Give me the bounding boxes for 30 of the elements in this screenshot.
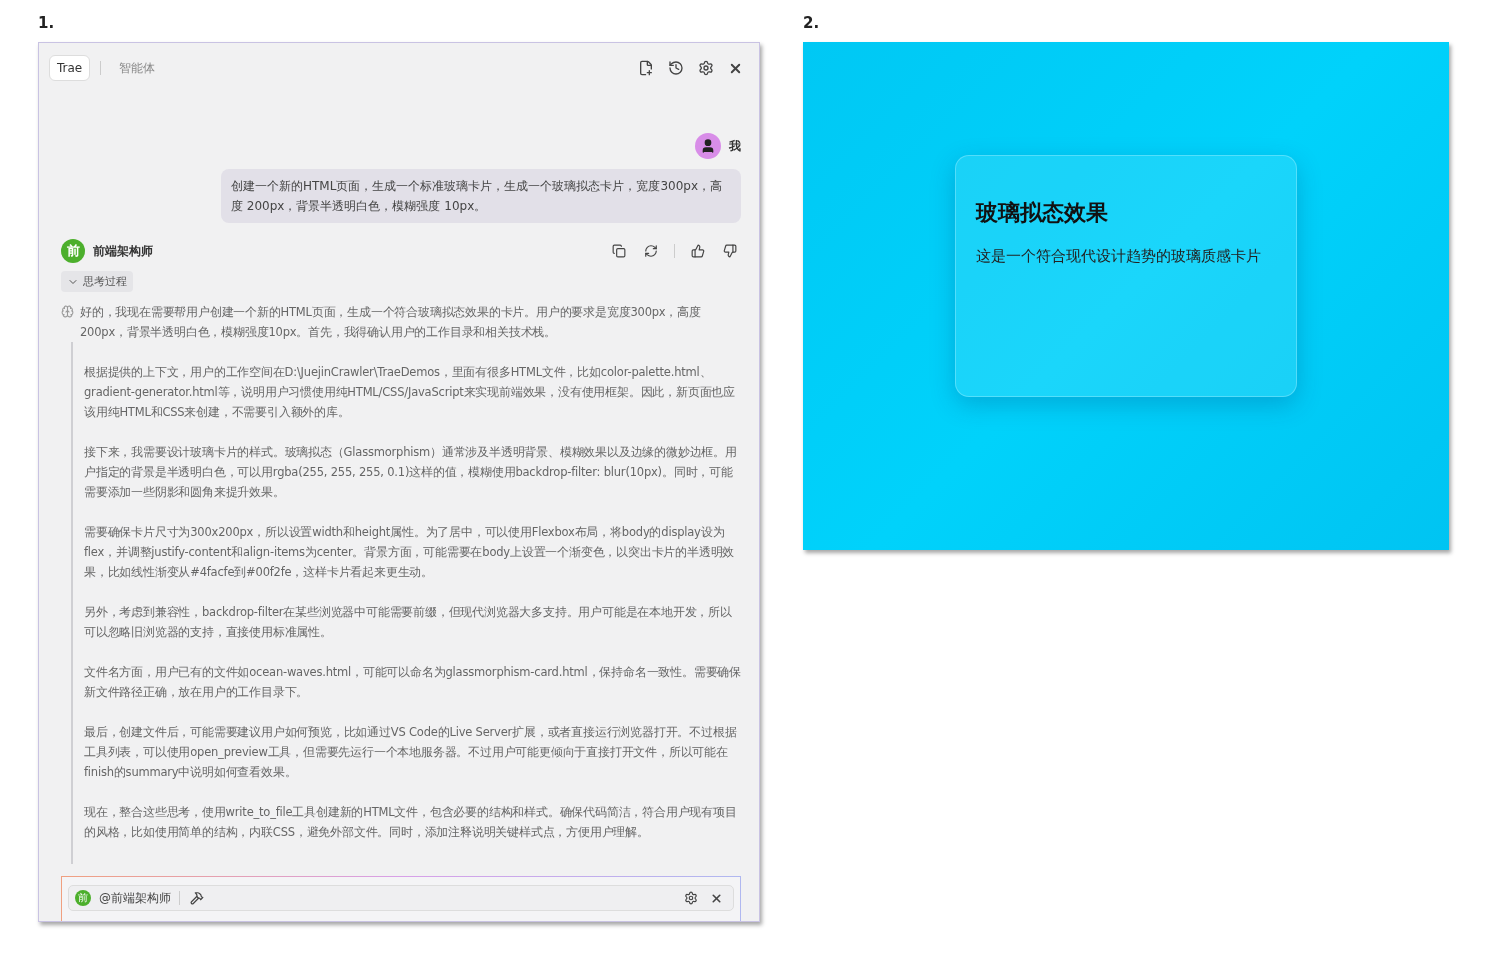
refresh-icon[interactable] [642, 242, 660, 260]
thinking-paragraph: 现在，整合这些思考，使用write_to_file工具创建新的HTML文件，包含必要的结构和样式。确保代码简洁，符合用户现有项目的风格，比如使用简单的结构，内联CSS，避免外部文件。同时，添加注释说明关键样式点，方便用户理解。 [84, 804, 738, 841]
sender-name: 我 [729, 137, 741, 155]
copy-icon[interactable] [610, 242, 628, 260]
thinking-paragraph: 另外，考虑到兼容性，backdrop-filter在某些浏览器中可能需要前缀，但现代浏览器大多支持。用户可能是在本地开发，所以可以忽略旧浏览器的支持，直接使用标准属性。 [84, 604, 733, 641]
agent-avatar: 前 [75, 890, 91, 906]
thumbs-up-icon[interactable] [689, 242, 707, 260]
thinking-paragraph: 接下来，我需要设计玻璃卡片的样式。玻璃拟态（Glassmorphism）通常涉及半透明背景、模糊效果以及边缘的微妙边框。用户指定的背景是半透明白色，可以用rgba(255, 255, 255, 0.1)这样的值，模糊使用backdrop-filter: blur(10px)。同时，可能需要添加一些阴影和圆角来提升效果。 [84, 444, 738, 501]
thinking-toggle[interactable]: 思考过程 [61, 271, 133, 292]
thinking-paragraph: 好的，我现在需要帮用户创建一个新的HTML页面，生成一个符合玻璃拟态效果的卡片。用户的要求是宽度300px，高度200px，背景半透明白色，模糊强度10px。首先，我得确认用户的工作目录和相关技术栈。 [80, 304, 702, 341]
user-message: 创建一个新的HTML页面，生成一个标准玻璃卡片，生成一个玻璃拟态卡片，宽度300px，高度 200px，背景半透明白色，模糊强度 10px。 [221, 169, 741, 223]
agent-mention[interactable]: @前端架构师 [99, 889, 171, 907]
settings-icon[interactable] [682, 889, 700, 907]
card-text: 这是一个符合现代设计趋势的玻璃质感卡片 [976, 246, 1262, 267]
agent-name: 前端架构师 [93, 242, 153, 260]
brain-icon [61, 305, 74, 318]
figure-label: 2. [803, 14, 821, 34]
thinking-paragraph: 最后，创建文件后，可能需要建议用户如何预览，比如通过VS Code的Live Server扩展，或者直接运行浏览器打开。不过根据工具列表，可以使用open_preview工具，但需要先运行一个本地服务器。不过用户可能更倾向于直接打开文件，所以可能在finish的summary中说明如何查看效果。 [84, 724, 738, 781]
figure-label: 1. [38, 14, 56, 34]
thumbs-down-icon[interactable] [721, 242, 739, 260]
thinking-paragraph: 需要确保卡片尺寸为300x200px，所以设置width和height属性。为了居中，可以使用Flexbox布局，将body的display设为flex，并调整justify-content和align-items为center。背景方面，可能需要在body上设置一个渐变色，以突出卡片的半透明效果，比如线性渐变从#4facfe到#00f2fe，这样卡片看起来更生动。 [84, 524, 736, 581]
hammer-icon[interactable] [188, 889, 206, 907]
history-icon[interactable] [666, 58, 686, 78]
thinking-paragraph: 文件名方面，用户已有的文件如ocean-waves.html，可能可以命名为glassmorphism-card.html，保持命名一致性。需要确保新文件路径正确，放在用户的工作目录下。 [84, 664, 741, 701]
agent-avatar: 前 [61, 239, 85, 263]
card-title: 玻璃拟态效果 [976, 199, 1109, 227]
user-avatar [695, 133, 721, 159]
thinking-paragraph: 根据提供的上下文，用户的工作空间在D:\JuejinCrawler\TraeDemos，里面有很多HTML文件，比如color-palette.html、gradient-generator.html等，说明用户习惯使用纯HTML/CSS/JavaScript来实现前端效果，没有使用框架。因此，新页面也应该用纯HTML和CSS来创建，不需要引入额外的库。 [84, 364, 736, 421]
settings-icon[interactable] [696, 58, 716, 78]
tab[interactable]: Trae [49, 55, 91, 81]
